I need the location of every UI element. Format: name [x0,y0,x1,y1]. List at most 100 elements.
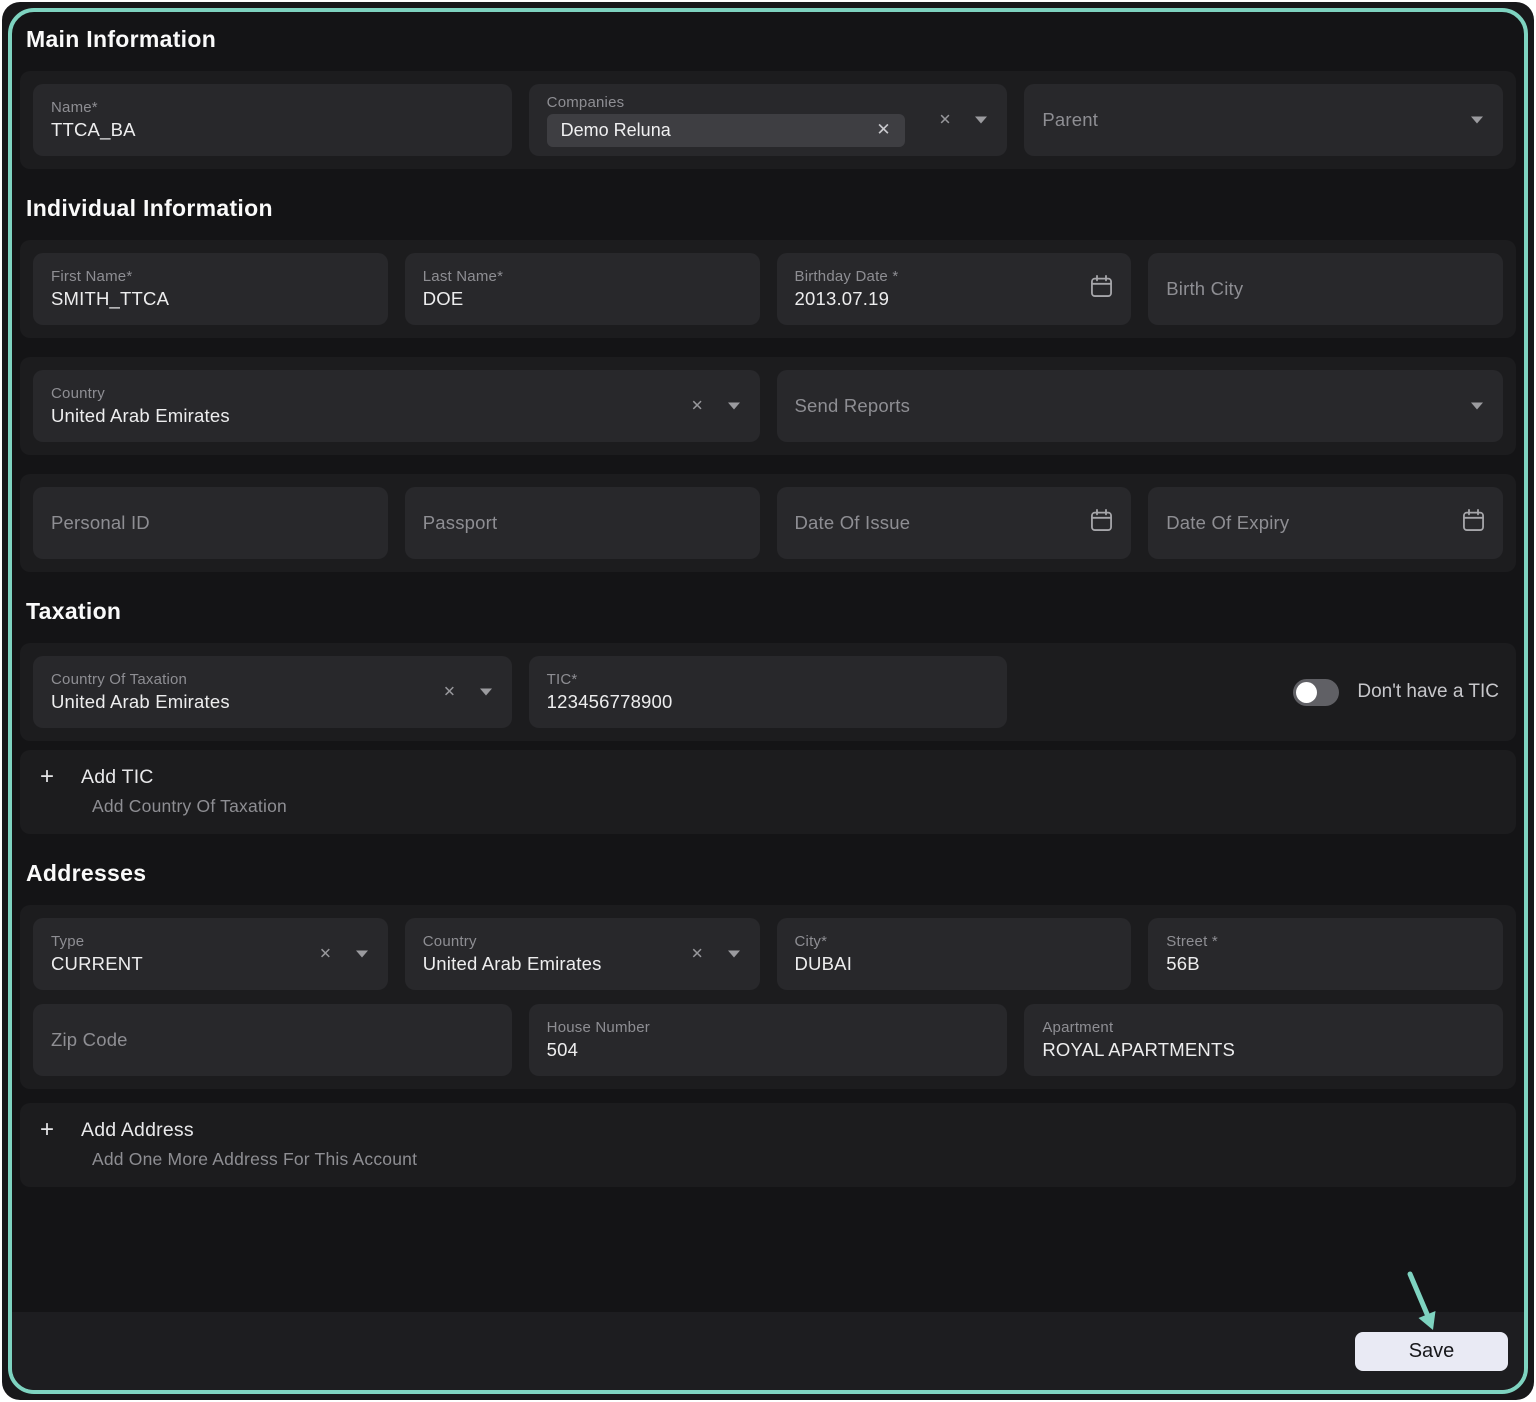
zip-code-placeholder: Zip Code [51,1029,494,1051]
company-chip-label: Demo Reluna [561,120,671,141]
birthday-date-value: 2013.07.19 [795,288,1040,310]
birth-city-field[interactable]: Birth City [1148,253,1503,325]
city-label: City* [795,933,1114,950]
date-of-expiry-field[interactable]: Date Of Expiry [1148,487,1503,559]
country-of-taxation-select[interactable]: Country Of Taxation United Arab Emirates… [33,656,512,728]
dont-have-tic-toggle[interactable] [1293,679,1339,706]
individual-information-title: Individual Information [26,195,1510,222]
addresses-title: Addresses [26,860,1510,887]
tic-field[interactable]: TIC* 123456778900 [529,656,1008,728]
street-field[interactable]: Street * 56B [1148,918,1503,990]
street-value: 56B [1166,953,1485,975]
send-reports-select[interactable]: Send Reports [777,370,1504,442]
birthday-date-field[interactable]: Birthday Date * 2013.07.19 [777,253,1132,325]
account-form-panel: Main Information Name* TTCA_BA Companies… [8,8,1528,1394]
tic-value: 123456778900 [547,691,990,713]
name-field[interactable]: Name* TTCA_BA [33,84,512,156]
add-tic-subtitle: Add Country Of Taxation [92,796,1496,817]
city-field[interactable]: City* DUBAI [777,918,1132,990]
address-type-label: Type [51,933,296,950]
add-address-title: Add Address [81,1119,194,1142]
dont-have-tic-label: Don't have a TIC [1357,681,1499,703]
taxation-row: Country Of Taxation United Arab Emirates… [20,643,1516,741]
name-label: Name* [51,99,494,116]
addresses-container: Type CURRENT ✕ Country United Arab Emira… [20,905,1516,1089]
companies-field[interactable]: Companies Demo Reluna ✕ ✕ [529,84,1008,156]
date-of-issue-field[interactable]: Date Of Issue [777,487,1132,559]
calendar-icon[interactable] [1088,273,1115,305]
add-tic-title: Add TIC [81,766,154,789]
clear-icon[interactable]: ✕ [691,399,704,414]
apartment-value: ROYAL APARTMENTS [1042,1039,1485,1061]
clear-icon[interactable]: ✕ [939,113,952,128]
address-country-select[interactable]: Country United Arab Emirates ✕ [405,918,760,990]
save-button[interactable]: Save [1355,1332,1508,1371]
last-name-field[interactable]: Last Name* DOE [405,253,760,325]
tic-label: TIC* [547,671,990,688]
country-of-taxation-value: United Arab Emirates [51,691,420,713]
calendar-icon[interactable] [1460,507,1487,539]
clear-icon[interactable]: ✕ [691,947,704,962]
name-value: TTCA_BA [51,119,494,141]
address-type-select[interactable]: Type CURRENT ✕ [33,918,388,990]
company-chip[interactable]: Demo Reluna ✕ [547,114,905,147]
add-address-button[interactable]: + Add Address Add One More Address For T… [20,1103,1516,1187]
clear-icon[interactable]: ✕ [443,685,456,700]
chevron-down-icon[interactable] [975,117,987,124]
footer-bar: Save [12,1312,1524,1390]
chevron-down-icon[interactable] [728,951,740,958]
dont-have-tic-cell: Don't have a TIC [1024,656,1503,728]
birthday-date-label: Birthday Date * [795,268,1040,285]
chip-remove-icon[interactable]: ✕ [876,120,890,140]
passport-field[interactable]: Passport [405,487,760,559]
city-value: DUBAI [795,953,1114,975]
chevron-down-icon[interactable] [1471,403,1483,410]
chevron-down-icon[interactable] [356,951,368,958]
chevron-down-icon[interactable] [728,403,740,410]
birth-city-placeholder: Birth City [1166,278,1485,300]
country-select[interactable]: Country United Arab Emirates ✕ [33,370,760,442]
first-name-value: SMITH_TTCA [51,288,370,310]
date-of-expiry-placeholder: Date Of Expiry [1166,512,1411,534]
screenshot-stage: Main Information Name* TTCA_BA Companies… [0,0,1536,1402]
last-name-label: Last Name* [423,268,742,285]
companies-label: Companies [547,94,916,111]
send-reports-placeholder: Send Reports [795,395,1412,417]
add-address-subtitle: Add One More Address For This Account [92,1149,1496,1170]
country-value: United Arab Emirates [51,405,668,427]
clear-icon[interactable]: ✕ [319,947,332,962]
house-number-field[interactable]: House Number 504 [529,1004,1008,1076]
country-of-taxation-label: Country Of Taxation [51,671,420,688]
passport-placeholder: Passport [423,512,742,534]
apartment-field[interactable]: Apartment ROYAL APARTMENTS [1024,1004,1503,1076]
first-name-field[interactable]: First Name* SMITH_TTCA [33,253,388,325]
street-label: Street * [1166,933,1485,950]
parent-placeholder: Parent [1042,109,1411,131]
parent-select[interactable]: Parent [1024,84,1503,156]
zip-code-field[interactable]: Zip Code [33,1004,512,1076]
individual-row-1: First Name* SMITH_TTCA Last Name* DOE Bi… [20,240,1516,338]
main-information-title: Main Information [26,26,1510,53]
plus-icon: + [40,1118,54,1142]
toggle-knob [1296,682,1317,703]
last-name-value: DOE [423,288,742,310]
chevron-down-icon[interactable] [1471,117,1483,124]
personal-id-field[interactable]: Personal ID [33,487,388,559]
plus-icon: + [40,765,54,789]
first-name-label: First Name* [51,268,370,285]
date-of-issue-placeholder: Date Of Issue [795,512,1040,534]
personal-id-placeholder: Personal ID [51,512,370,534]
add-tic-button[interactable]: + Add TIC Add Country Of Taxation [20,750,1516,834]
country-label: Country [51,385,668,402]
individual-row-3: Personal ID Passport Date Of Issue Date … [20,474,1516,572]
address-country-value: United Arab Emirates [423,953,668,975]
main-information-row: Name* TTCA_BA Companies Demo Reluna ✕ ✕ … [20,71,1516,169]
chevron-down-icon[interactable] [480,689,492,696]
calendar-icon[interactable] [1088,507,1115,539]
individual-row-2: Country United Arab Emirates ✕ Send Repo… [20,357,1516,455]
taxation-title: Taxation [26,598,1510,625]
house-number-value: 504 [547,1039,990,1061]
address-country-label: Country [423,933,668,950]
address-type-value: CURRENT [51,953,296,975]
house-number-label: House Number [547,1019,990,1036]
